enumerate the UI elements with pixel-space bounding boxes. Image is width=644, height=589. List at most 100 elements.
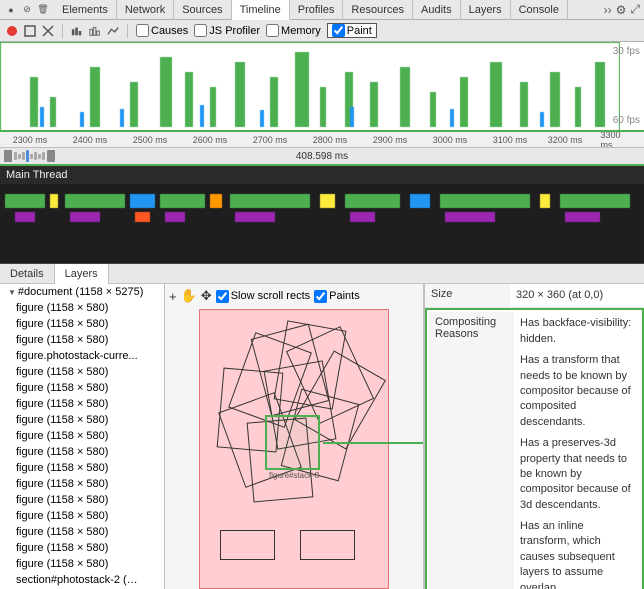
dot3 xyxy=(22,152,25,160)
time-tick-1: 2400 ms xyxy=(73,135,108,145)
dot-active xyxy=(26,150,29,162)
bottom-rect-0 xyxy=(220,530,275,560)
causes-checkbox[interactable]: Causes xyxy=(136,24,188,37)
canvas-toolbar: + ✋ ✥ Slow scroll rects Paints xyxy=(169,288,360,304)
layer-figure-13[interactable]: figure (1158 × 580) xyxy=(0,508,164,524)
layer-figure-photostack[interactable]: figure.photostack-curre... xyxy=(0,348,164,364)
time-tick-10: 3300 ms xyxy=(601,132,630,148)
layer-tree[interactable]: ▼ #document (1158 × 5275) figure (1158 ×… xyxy=(0,284,165,589)
stop-button[interactable] xyxy=(24,25,36,37)
bottom-rect-1 xyxy=(300,530,355,560)
layer-figure-0[interactable]: figure (1158 × 580) xyxy=(0,300,164,316)
detail-tabs: Details Layers xyxy=(0,264,644,284)
time-tick-8: 3100 ms xyxy=(493,135,528,145)
layer-figure-15[interactable]: figure (1158 × 580) xyxy=(0,540,164,556)
dot5 xyxy=(34,152,37,160)
fps-30-label: 30 fps xyxy=(613,46,640,57)
thread-label-text: Main Thread xyxy=(6,169,68,181)
tab-profiles[interactable]: Profiles xyxy=(290,0,344,20)
tab-network[interactable]: Network xyxy=(117,0,174,20)
layer-figure-8[interactable]: figure (1158 × 580) xyxy=(0,428,164,444)
scrubber-bar[interactable]: 408.598 ms xyxy=(0,148,644,166)
comp-reason-1: Has a transform that needs to be known b… xyxy=(520,353,634,430)
layer-figure-5[interactable]: figure (1158 × 580) xyxy=(0,380,164,396)
clear-button[interactable] xyxy=(42,25,54,37)
layer-figure-7[interactable]: figure (1158 × 580) xyxy=(0,412,164,428)
gear-icon[interactable]: ⚙ xyxy=(616,3,627,17)
bottom-panel: ▼ #document (1158 × 5275) figure (1158 ×… xyxy=(0,284,644,589)
causes-input[interactable] xyxy=(136,24,149,37)
circle-icon[interactable]: ● xyxy=(4,3,18,17)
size-label: Size xyxy=(425,284,510,307)
trash-icon[interactable]: 🗑 xyxy=(36,3,50,17)
thread-label: Main Thread xyxy=(0,166,644,184)
dot7 xyxy=(42,152,45,160)
js-profiler-checkbox[interactable]: JS Profiler xyxy=(194,24,260,37)
layer-figure-11[interactable]: figure (1158 × 580) xyxy=(0,476,164,492)
tab-layers[interactable]: Layers xyxy=(461,0,511,20)
memory-checkbox[interactable]: Memory xyxy=(266,24,321,37)
memory-input[interactable] xyxy=(266,24,279,37)
tab-audits[interactable]: Audits xyxy=(413,0,461,20)
js-profiler-input[interactable] xyxy=(194,24,207,37)
info-row-compositing: Compositing Reasons Has backface-visibil… xyxy=(425,308,644,589)
chart-icon3[interactable] xyxy=(107,25,119,37)
nav-icons: ● ⊘ 🗑 xyxy=(4,3,50,17)
paint-checkbox-box: Paint xyxy=(327,23,377,38)
mockup-label: figure#stack-8 xyxy=(269,471,319,480)
canvas-area[interactable]: + ✋ ✥ Slow scroll rects Paints xyxy=(165,284,424,589)
tab-layers-detail[interactable]: Layers xyxy=(55,264,109,284)
compositing-label: Compositing Reasons xyxy=(429,312,514,589)
time-ruler: 2300 ms 2400 ms 2500 ms 2600 ms 2700 ms … xyxy=(0,132,644,148)
scrubber-handle-left[interactable] xyxy=(4,150,12,162)
fps-60-label: 60 fps xyxy=(613,115,640,126)
slow-scroll-input[interactable] xyxy=(216,290,229,303)
size-value: 320 × 360 (at 0,0) xyxy=(510,284,644,307)
tab-elements[interactable]: Elements xyxy=(54,0,117,20)
layer-figure-12[interactable]: figure (1158 × 580) xyxy=(0,492,164,508)
chart-icon2[interactable] xyxy=(89,25,101,37)
tab-sources[interactable]: Sources xyxy=(174,0,231,20)
slow-scroll-checkbox[interactable]: Slow scroll rects xyxy=(216,290,310,303)
scrubber-time: 408.598 ms xyxy=(296,151,348,162)
layer-figure-6[interactable]: figure (1158 × 580) xyxy=(0,396,164,412)
paint-checkbox[interactable]: Paint xyxy=(332,24,372,37)
time-tick-4: 2700 ms xyxy=(253,135,288,145)
tab-timeline[interactable]: Timeline xyxy=(232,0,290,20)
scrubber-handle-right[interactable] xyxy=(47,150,55,162)
layer-figure-1[interactable]: figure (1158 × 580) xyxy=(0,316,164,332)
thread-canvas[interactable] xyxy=(0,184,644,264)
main-tabs: Elements Network Sources Timeline Profil… xyxy=(54,0,568,20)
tab-details[interactable]: Details xyxy=(0,264,55,284)
dot4 xyxy=(30,154,33,159)
expand-icon[interactable]: ⤢ xyxy=(630,2,640,17)
tab-console[interactable]: Console xyxy=(511,0,568,20)
time-tick-0: 2300 ms xyxy=(13,135,48,145)
paints-checkbox[interactable]: Paints xyxy=(314,290,360,303)
scrubber-dots xyxy=(14,150,45,162)
paints-input[interactable] xyxy=(314,290,327,303)
layer-figure-16[interactable]: figure (1158 × 580) xyxy=(0,556,164,572)
chart-icon1[interactable] xyxy=(71,25,83,37)
card-rect-selected: figure#stack-8 xyxy=(265,415,320,470)
add-layer-button[interactable]: + xyxy=(169,289,177,304)
move-button[interactable]: ✥ xyxy=(201,288,212,304)
tab-resources[interactable]: Resources xyxy=(343,0,413,20)
layer-section[interactable]: section#photostack-2 (… xyxy=(0,572,164,588)
thread-timeline[interactable] xyxy=(0,184,644,264)
layer-figure-10[interactable]: figure (1158 × 580) xyxy=(0,460,164,476)
layer-figure-14[interactable]: figure (1158 × 580) xyxy=(0,524,164,540)
page-mockup: figure#stack-8 xyxy=(199,309,389,589)
layer-figure-4[interactable]: figure (1158 × 580) xyxy=(0,364,164,380)
layer-figure-9[interactable]: figure (1158 × 580) xyxy=(0,444,164,460)
layer-figure-2[interactable]: figure (1158 × 580) xyxy=(0,332,164,348)
layer-document[interactable]: ▼ #document (1158 × 5275) xyxy=(0,284,164,300)
record-button[interactable] xyxy=(6,25,18,37)
paint-input[interactable] xyxy=(332,24,345,37)
dot1 xyxy=(14,152,17,160)
pan-button[interactable]: ✋ xyxy=(181,288,197,304)
timeline-canvas[interactable] xyxy=(0,42,620,132)
chevron-icon[interactable]: ›› xyxy=(604,3,612,17)
main-toolbar: ● ⊘ 🗑 Elements Network Sources Timeline … xyxy=(0,0,644,20)
ban-icon[interactable]: ⊘ xyxy=(20,3,34,17)
